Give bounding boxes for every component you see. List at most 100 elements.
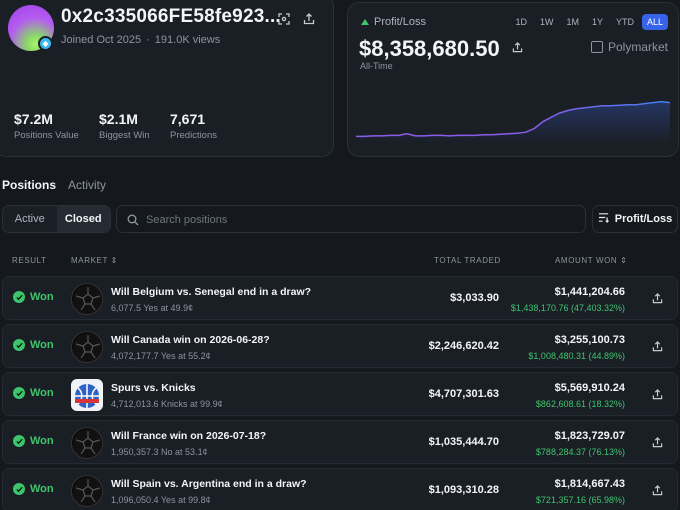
market-title[interactable]: Will France win on 2026-07-18? xyxy=(111,430,266,442)
profit-gain: $721,357.16 (65.98%) xyxy=(535,495,625,505)
share-icon[interactable] xyxy=(652,483,663,501)
stat-label: Positions Value xyxy=(14,130,79,141)
share-icon[interactable] xyxy=(652,435,663,453)
result-badge: Won xyxy=(13,483,54,495)
pnl-label: Profit/Loss xyxy=(361,16,426,28)
search-placeholder: Search positions xyxy=(146,214,228,226)
polymarket-logo: Polymarket xyxy=(590,40,668,54)
search-icon xyxy=(127,213,139,231)
soccer-ball-icon xyxy=(71,427,103,459)
market-position: 4,712,013.6 Knicks at 99.9¢ xyxy=(111,399,223,409)
nba-logo-icon xyxy=(71,379,103,411)
col-result: RESULT xyxy=(12,256,47,265)
tab-positions[interactable]: Positions xyxy=(2,178,56,192)
sort-button[interactable]: Profit/Loss xyxy=(592,205,678,233)
profile-card: ◆ 0x2c335066FE58fe923... Joined Oct 2025… xyxy=(0,0,334,157)
share-icon[interactable] xyxy=(652,291,663,309)
amount-won: $1,823,729.07 xyxy=(554,430,625,442)
sort-icon xyxy=(598,212,609,226)
tab-activity[interactable]: Activity xyxy=(68,178,106,192)
total-traded: $4,707,301.63 xyxy=(428,388,499,400)
result-badge: Won xyxy=(13,291,54,303)
stat-label: Predictions xyxy=(170,130,217,141)
soccer-ball-icon xyxy=(71,475,103,507)
market-position: 6,077.5 Yes at 49.9¢ xyxy=(111,303,194,313)
brand-name: Polymarket xyxy=(607,40,668,54)
profit-gain: $862,608.61 (18.32%) xyxy=(535,399,625,409)
result-badge: Won xyxy=(13,435,54,447)
table-row[interactable]: Won Spurs vs. Knicks 4,712,013.6 Knicks at… xyxy=(2,372,678,416)
col-market-label: MARKET xyxy=(71,256,108,265)
amount-won: $5,569,910.24 xyxy=(554,382,625,394)
table-row[interactable]: Won Will Belgium vs. Senegal end in a dra… xyxy=(2,276,678,320)
stat-value: 7,671 xyxy=(170,111,206,127)
stat-biggest-win: $2.1M Biggest Win xyxy=(99,111,150,141)
profile-tabs: Positions Activity xyxy=(2,178,106,192)
market-title[interactable]: Spurs vs. Knicks xyxy=(111,382,196,394)
range-1y[interactable]: 1Y xyxy=(587,14,608,30)
market-title[interactable]: Will Belgium vs. Senegal end in a draw? xyxy=(111,286,311,298)
result-badge: Won xyxy=(13,387,54,399)
check-circle-icon xyxy=(13,339,25,351)
market-title[interactable]: Will Canada win on 2026-06-28? xyxy=(111,334,270,346)
joined-date: Joined Oct 2025 xyxy=(61,34,142,46)
sort-label: Profit/Loss xyxy=(614,213,673,225)
share-icon[interactable] xyxy=(512,33,523,59)
position-status-toggle: Active Closed xyxy=(2,205,111,233)
stat-value: $2.1M xyxy=(99,111,138,127)
col-amount-won[interactable]: AMOUNT WON ⇕ xyxy=(555,256,627,265)
market-position: 4,072,177.7 Yes at 55.2¢ xyxy=(111,351,211,361)
polymarket-mark-icon xyxy=(590,41,603,53)
filter-closed[interactable]: Closed xyxy=(56,206,110,232)
filter-active[interactable]: Active xyxy=(3,206,57,232)
search-positions[interactable]: Search positions xyxy=(116,205,586,233)
total-traded: $2,246,620.42 xyxy=(428,340,499,352)
up-triangle-icon xyxy=(361,19,369,25)
qr-scan-icon[interactable] xyxy=(276,11,292,27)
pnl-period: All-Time xyxy=(360,61,393,71)
result-text: Won xyxy=(30,339,54,351)
profit-gain: $1,438,170.76 (47,403.32%) xyxy=(510,303,625,313)
amount-won: $3,255,100.73 xyxy=(554,334,625,346)
profit-gain: $1,008,480.31 (44.89%) xyxy=(528,351,625,361)
range-ytd[interactable]: YTD xyxy=(611,14,639,30)
check-circle-icon xyxy=(13,387,25,399)
result-text: Won xyxy=(30,435,54,447)
col-amount-label: AMOUNT WON xyxy=(555,256,618,265)
total-traded: $1,093,310.28 xyxy=(428,484,499,496)
range-1w[interactable]: 1W xyxy=(535,14,559,30)
amount-won: $1,441,204.66 xyxy=(554,286,625,298)
result-text: Won xyxy=(30,291,54,303)
share-icon[interactable] xyxy=(652,339,663,357)
share-icon[interactable] xyxy=(652,387,663,405)
result-text: Won xyxy=(30,387,54,399)
profit-gain: $788,284.37 (76.13%) xyxy=(535,447,625,457)
market-position: 1,096,050.4 Yes at 99.8¢ xyxy=(111,495,211,505)
pnl-chart-area xyxy=(356,101,670,143)
pnl-label-text: Profit/Loss xyxy=(374,16,426,28)
range-all[interactable]: ALL xyxy=(641,14,668,30)
market-title[interactable]: Will Spain vs. Argentina end in a draw? xyxy=(111,478,307,490)
pnl-amount-value: $8,358,680.50 xyxy=(359,36,500,61)
range-1d[interactable]: 1D xyxy=(510,14,532,30)
pnl-chart xyxy=(356,100,670,143)
stat-value: $7.2M xyxy=(14,111,53,127)
share-icon[interactable] xyxy=(301,11,317,27)
table-row[interactable]: Won Will France win on 2026-07-18? 1,950,3… xyxy=(2,420,678,464)
sort-arrows-icon: ⇕ xyxy=(110,256,118,265)
wallet-address: 0x2c335066FE58fe923... xyxy=(61,6,281,27)
result-badge: Won xyxy=(13,339,54,351)
result-text: Won xyxy=(30,483,54,495)
market-position: 1,950,357.3 No at 53.1¢ xyxy=(111,447,208,457)
table-row[interactable]: Won Will Spain vs. Argentina end in a dra… xyxy=(2,468,678,510)
table-row[interactable]: Won Will Canada win on 2026-06-28? 4,072,1… xyxy=(2,324,678,368)
pnl-amount: $8,358,680.50 xyxy=(359,33,523,62)
pnl-card: Profit/Loss $8,358,680.50 All-Time 1D 1W 1… xyxy=(347,2,679,157)
amount-won: $1,814,667.43 xyxy=(554,478,625,490)
view-count: 191.0K views xyxy=(154,34,221,46)
stat-label: Biggest Win xyxy=(99,130,150,141)
total-traded: $3,033.90 xyxy=(450,292,499,304)
profile-meta: Joined Oct 2025 · 191.0K views xyxy=(61,34,221,46)
col-market[interactable]: MARKET ⇕ xyxy=(71,256,118,265)
range-1m[interactable]: 1M xyxy=(561,14,584,30)
